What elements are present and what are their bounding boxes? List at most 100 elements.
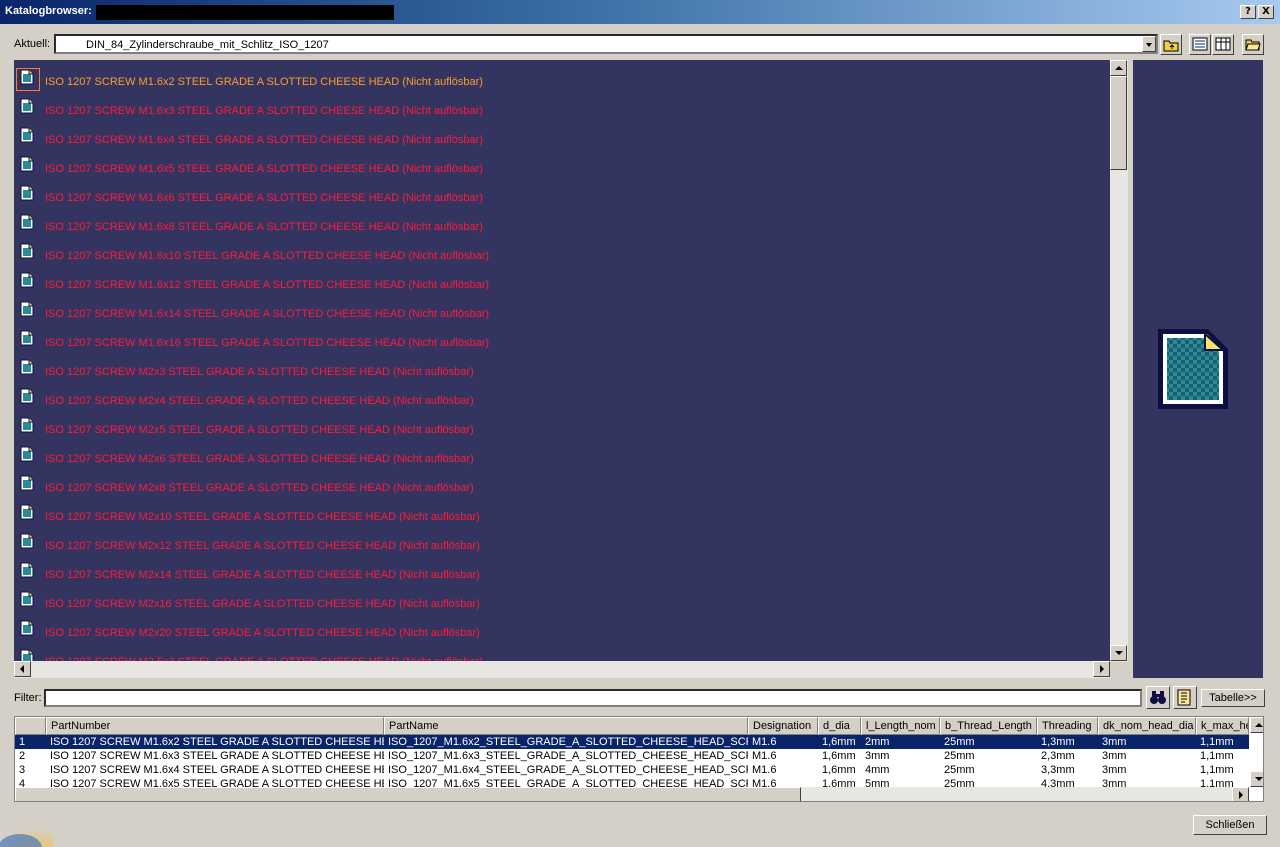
list-item[interactable]: ISO 1207 SCREW M2x4 STEEL GRADE A SLOTTE… — [14, 381, 1110, 410]
current-catalog-combo[interactable]: DIN_84_Zylinderschraube_mit_Schlitz_ISO_… — [54, 34, 1158, 54]
list-item-label: ISO 1207 SCREW M2x4 STEEL GRADE A SLOTTE… — [45, 395, 474, 407]
list-item[interactable]: ISO 1207 SCREW M1.6x3 STEEL GRADE A SLOT… — [14, 91, 1110, 120]
column-header[interactable]: Designation — [748, 717, 818, 735]
list-item-label: ISO 1207 SCREW M1.6x10 STEEL GRADE A SLO… — [45, 250, 490, 262]
document-icon — [20, 475, 34, 491]
list-view-icon — [1192, 37, 1208, 51]
list-item-label: ISO 1207 SCREW M2x14 STEEL GRADE A SLOTT… — [45, 569, 480, 581]
open-catalog-button[interactable] — [1242, 34, 1264, 55]
list-item[interactable]: ISO 1207 SCREW M2x6 STEEL GRADE A SLOTTE… — [14, 439, 1110, 468]
table-cell: 1,1mm — [1200, 750, 1234, 762]
scroll-right-button[interactable] — [1093, 661, 1110, 677]
list-item[interactable]: ISO 1207 SCREW M2x20 STEEL GRADE A SLOTT… — [14, 613, 1110, 642]
list-item[interactable]: ISO 1207 SCREW M1.6x6 STEEL GRADE A SLOT… — [14, 178, 1110, 207]
list-item[interactable]: ISO 1207 SCREW M2x14 STEEL GRADE A SLOTT… — [14, 555, 1110, 584]
column-header[interactable]: d_dia — [818, 717, 861, 735]
table-horizontal-thumb[interactable] — [15, 787, 801, 801]
list-item[interactable]: ISO 1207 SCREW M2.5x3 STEEL GRADE A SLOT… — [14, 642, 1110, 662]
column-header[interactable]: dk_nom_head_dia — [1098, 717, 1196, 735]
filter-label: Filter: — [14, 692, 42, 704]
document-icon — [20, 243, 34, 259]
column-header[interactable]: PartName — [384, 717, 748, 735]
list-item-label: ISO 1207 SCREW M1.6x2 STEEL GRADE A SLOT… — [45, 76, 483, 88]
scroll-down-button[interactable] — [1110, 645, 1127, 661]
list-item-label: ISO 1207 SCREW M1.6x5 STEEL GRADE A SLOT… — [45, 163, 483, 175]
table-cell: 1,6mm — [822, 764, 856, 776]
current-catalog-value: DIN_84_Zylinderschraube_mit_Schlitz_ISO_… — [86, 39, 329, 51]
list-item[interactable]: ISO 1207 SCREW M1.6x4 STEEL GRADE A SLOT… — [14, 120, 1110, 149]
column-header[interactable]: k_max_he — [1196, 717, 1249, 735]
table-cell: M1.6 — [752, 750, 777, 762]
list-item[interactable]: ISO 1207 SCREW M1.6x5 STEEL GRADE A SLOT… — [14, 149, 1110, 178]
chevron-down-icon[interactable] — [1142, 36, 1156, 52]
list-item-label: ISO 1207 SCREW M2x6 STEEL GRADE A SLOTTE… — [45, 453, 474, 465]
table-row[interactable]: 1 ISO 1207 SCREW M1.6x2 STEEL GRADE A SLO… — [15, 735, 1249, 749]
list-item-label: ISO 1207 SCREW M2x20 STEEL GRADE A SLOTT… — [45, 627, 480, 639]
list-item[interactable]: ISO 1207 SCREW M1.6x10 STEEL GRADE A SLO… — [14, 236, 1110, 265]
table-toggle-button[interactable]: Tabelle>> — [1201, 689, 1265, 707]
open-folder-icon — [1245, 39, 1261, 51]
list-item[interactable]: ISO 1207 SCREW M2x12 STEEL GRADE A SLOTT… — [14, 526, 1110, 555]
list-item[interactable]: ISO 1207 SCREW M1.6x8 STEEL GRADE A SLOT… — [14, 207, 1110, 236]
search-button[interactable] — [1146, 686, 1170, 709]
column-header[interactable]: l_Length_nom — [861, 717, 940, 735]
table-scroll-right-button[interactable] — [1232, 787, 1249, 801]
filter-options-button[interactable] — [1173, 686, 1197, 709]
window-title: Katalogbrowser: — [5, 5, 92, 17]
list-item-label: ISO 1207 SCREW M2x8 STEEL GRADE A SLOTTE… — [45, 482, 474, 494]
filter-input[interactable] — [44, 689, 1142, 707]
list-item[interactable]: ISO 1207 SCREW M2x16 STEEL GRADE A SLOTT… — [14, 584, 1110, 613]
list-item[interactable]: ISO 1207 SCREW M1.6x14 STEEL GRADE A SLO… — [14, 294, 1110, 323]
table-row[interactable]: 3 ISO 1207 SCREW M1.6x4 STEEL GRADE A SLO… — [15, 763, 1249, 777]
list-view-button[interactable] — [1189, 34, 1211, 55]
list-item-label: ISO 1207 SCREW M2x3 STEEL GRADE A SLOTTE… — [45, 366, 474, 378]
detail-view-button[interactable] — [1212, 34, 1234, 55]
table-scroll-up-button[interactable] — [1250, 717, 1263, 733]
column-header[interactable]: Threading — [1037, 717, 1098, 735]
table-row[interactable]: 2 ISO 1207 SCREW M1.6x3 STEEL GRADE A SLO… — [15, 749, 1249, 763]
column-header[interactable] — [15, 717, 46, 735]
current-label: Aktuell: — [14, 38, 51, 50]
table-cell: 2,3mm — [1041, 750, 1075, 762]
list-item[interactable]: ISO 1207 SCREW M1.6x2 STEEL GRADE A SLOT… — [14, 62, 1110, 91]
table-cell: ISO_1207_M1.6x3_STEEL_GRADE_A_SLOTTED_CH… — [388, 750, 748, 762]
table-cell: ISO_1207_M1.6x4_STEEL_GRADE_A_SLOTTED_CH… — [388, 764, 748, 776]
table-cell: 25mm — [944, 736, 975, 748]
list-item[interactable]: ISO 1207 SCREW M2x10 STEEL GRADE A SLOTT… — [14, 497, 1110, 526]
list-item[interactable]: ISO 1207 SCREW M2x8 STEEL GRADE A SLOTTE… — [14, 468, 1110, 497]
table-cell: 3,3mm — [1041, 764, 1075, 776]
list-vertical-scrollbar[interactable] — [1110, 60, 1128, 662]
list-item[interactable]: ISO 1207 SCREW M2x3 STEEL GRADE A SLOTTE… — [14, 352, 1110, 381]
table-horizontal-scrollbar[interactable] — [15, 787, 1249, 801]
list-item[interactable]: ISO 1207 SCREW M2x5 STEEL GRADE A SLOTTE… — [14, 410, 1110, 439]
scroll-up-button[interactable] — [1110, 60, 1127, 76]
table-cell: 1,1mm — [1200, 736, 1234, 748]
list-item[interactable]: ISO 1207 SCREW M1.6x16 STEEL GRADE A SLO… — [14, 323, 1110, 352]
catalog-item-list[interactable]: ISO 1207 SCREW M1.6x2 STEEL GRADE A SLOT… — [14, 60, 1110, 662]
title-bar: Katalogbrowser: ? X — [0, 0, 1280, 24]
table-cell: 1 — [19, 736, 26, 748]
document-icon — [20, 388, 34, 404]
table-cell: 3mm — [1102, 764, 1127, 776]
table-cell: 25mm — [944, 750, 975, 762]
parameters-table[interactable]: PartNumber PartName Designation d_dia l_Leng… — [14, 716, 1264, 802]
preview-panel — [1133, 60, 1263, 678]
column-header[interactable]: b_Thread_Length — [940, 717, 1037, 735]
column-header[interactable]: PartNumber — [46, 717, 384, 735]
table-scroll-down-button[interactable] — [1250, 771, 1263, 787]
document-icon — [20, 98, 34, 114]
list-horizontal-scrollbar[interactable] — [14, 661, 1110, 678]
list-item-label: ISO 1207 SCREW M1.6x8 STEEL GRADE A SLOT… — [45, 221, 483, 233]
list-item-label: ISO 1207 SCREW M1.6x6 STEEL GRADE A SLOT… — [45, 192, 483, 204]
close-window-button[interactable]: X — [1258, 5, 1274, 19]
scroll-left-button[interactable] — [14, 661, 31, 677]
document-icon — [20, 417, 34, 433]
document-icon — [20, 185, 34, 201]
vertical-scroll-thumb[interactable] — [1110, 76, 1127, 170]
table-cell: 3mm — [1102, 750, 1127, 762]
up-folder-button[interactable] — [1160, 34, 1182, 55]
list-item[interactable]: ISO 1207 SCREW M1.6x12 STEEL GRADE A SLO… — [14, 265, 1110, 294]
close-button[interactable]: Schließen — [1193, 815, 1267, 835]
table-cell: 3mm — [1102, 736, 1127, 748]
help-button[interactable]: ? — [1240, 5, 1256, 19]
